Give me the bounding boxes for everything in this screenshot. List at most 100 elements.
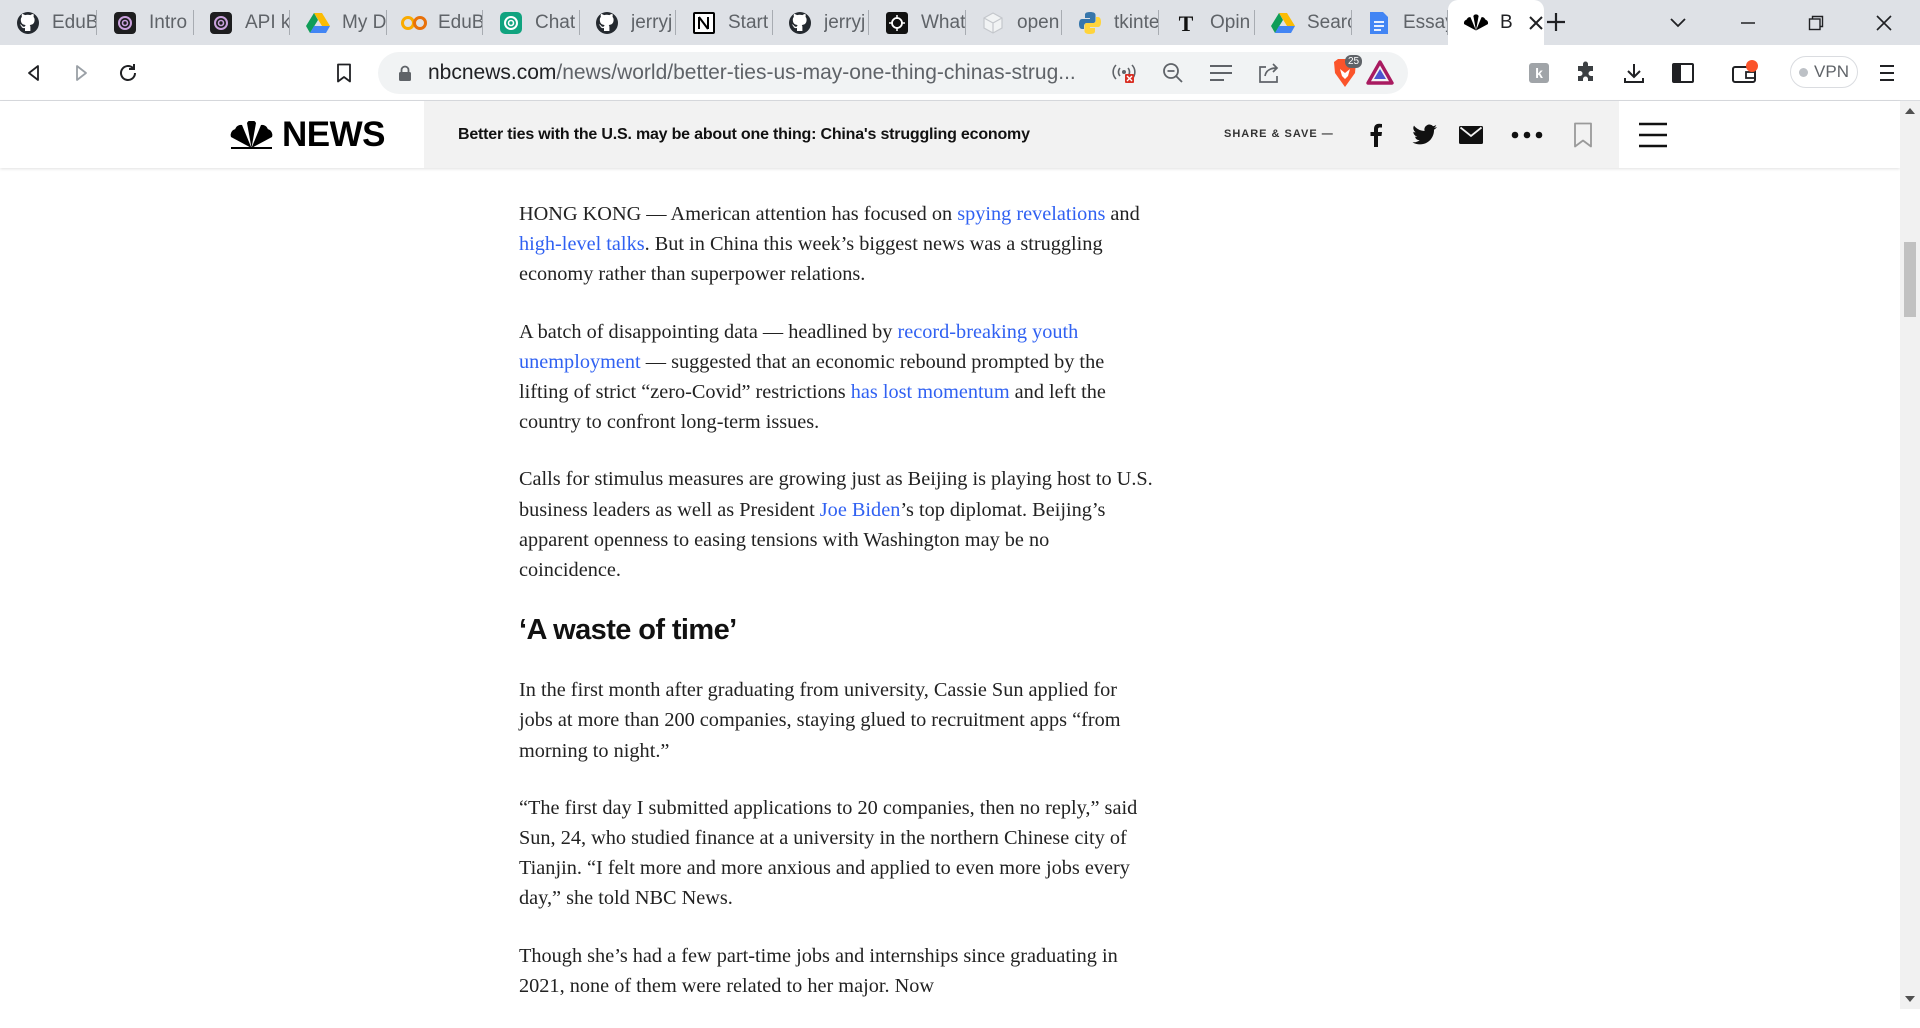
triangle-down-icon <box>1905 996 1915 1002</box>
tab-title: Opin <box>1210 11 1251 33</box>
tab-title: My D <box>342 11 387 33</box>
browser-tab[interactable]: tkinte <box>1062 0 1159 45</box>
google-drive-icon <box>305 10 331 36</box>
spying-revelations-link[interactable]: spying revelations <box>957 203 1105 225</box>
article-paragraph: In the first month after graduating from… <box>519 679 1121 762</box>
tab-title: EduB <box>52 11 97 33</box>
share-page-icon[interactable] <box>1254 58 1284 88</box>
browser-tab[interactable]: T Opin <box>1158 0 1255 45</box>
tab-title: Chat <box>535 11 576 33</box>
close-window-button[interactable] <box>1850 0 1918 45</box>
browser-tab[interactable]: Chat <box>483 0 580 45</box>
tab-title: EduB <box>438 11 483 33</box>
browser-tab[interactable]: What <box>869 0 966 45</box>
lost-momentum-link[interactable]: has lost momentum <box>851 381 1010 403</box>
browser-tab[interactable]: Essay <box>1351 0 1448 45</box>
extensions-button[interactable] <box>1566 53 1606 93</box>
facebook-share-button[interactable] <box>1362 121 1390 149</box>
cast-blocked-icon[interactable] <box>1109 58 1139 88</box>
google-drive-icon <box>1270 10 1296 36</box>
tab-search-button[interactable] <box>1660 4 1696 40</box>
sidebar-button[interactable] <box>1663 53 1703 93</box>
github-icon <box>15 10 41 36</box>
plus-icon <box>1547 13 1565 31</box>
restore-button[interactable] <box>1782 0 1850 45</box>
browser-tab[interactable]: EduB <box>386 0 483 45</box>
extension-grammar-button[interactable]: k <box>1519 53 1559 93</box>
article-paragraph: Calls for stimulus measures are growing … <box>519 464 1154 585</box>
tab-title: B <box>1500 11 1513 33</box>
wallet-icon <box>1732 60 1758 83</box>
browser-menu-button[interactable] <box>1867 53 1907 93</box>
address-bar[interactable]: nbcnews.com/news/world/better-ties-us-ma… <box>378 52 1408 94</box>
tab-title: jerryj <box>631 11 673 33</box>
url-path: /news/world/better-ties-us-may-one-thing… <box>556 61 1076 84</box>
wallet-button[interactable] <box>1725 53 1765 93</box>
logo-text: NEWS <box>282 115 386 154</box>
downloads-button[interactable] <box>1614 53 1654 93</box>
cube-icon <box>980 10 1006 36</box>
browser-tab[interactable]: Intro <box>97 0 194 45</box>
article-subheading: ‘A waste of time’ <box>519 614 737 647</box>
joe-biden-link[interactable]: Joe Biden <box>820 499 901 521</box>
brave-rewards-button[interactable] <box>1360 53 1400 93</box>
url-domain: nbcnews.com <box>428 61 557 84</box>
vpn-status-dot <box>1799 67 1809 77</box>
reader-mode-icon[interactable] <box>1206 58 1236 88</box>
download-icon <box>1624 64 1644 83</box>
svg-text:T: T <box>1179 11 1194 35</box>
scroll-up-arrow[interactable] <box>1900 101 1920 121</box>
nbc-news-logo[interactable]: NEWS <box>229 115 386 155</box>
browser-tab[interactable]: open <box>965 0 1062 45</box>
tab-title: What <box>921 11 966 33</box>
browser-tab[interactable]: B <box>1448 0 1544 45</box>
tab-title: Start <box>728 11 769 33</box>
browser-tab[interactable]: My D <box>290 0 387 45</box>
vpn-button[interactable]: VPN <box>1790 56 1858 88</box>
more-dots-icon <box>1511 131 1543 139</box>
forward-button[interactable] <box>61 53 101 93</box>
restore-icon <box>1808 15 1824 30</box>
nbc-peacock-icon <box>230 121 273 149</box>
save-bookmark-button[interactable] <box>1569 121 1597 149</box>
article-paragraph: A batch of disappointing data — headline… <box>519 317 1154 438</box>
bookmark-outline-icon <box>1574 122 1592 148</box>
paragraph-text: HONG KONG — American attention has focus… <box>519 203 958 225</box>
brave-shields-button[interactable]: 25 <box>1330 55 1363 89</box>
nytimes-icon: T <box>1173 10 1199 36</box>
tab-title: API k <box>245 11 290 33</box>
new-tab-button[interactable] <box>1537 3 1575 41</box>
article-paragraph: “The first day I submitted applications … <box>519 796 1138 910</box>
browser-tab[interactable]: EduB <box>0 0 97 45</box>
twitter-icon <box>1412 124 1437 145</box>
zoom-icon[interactable] <box>1158 58 1188 88</box>
scroll-thumb[interactable] <box>1904 242 1916 317</box>
high-level-talks-link[interactable]: high-level talks <box>519 233 645 255</box>
more-share-options-button[interactable] <box>1509 121 1545 149</box>
url-text[interactable]: nbcnews.com/news/world/better-ties-us-ma… <box>428 52 1076 94</box>
email-share-button[interactable] <box>1457 121 1485 149</box>
tab-title: jerryj <box>824 11 866 33</box>
site-menu-button[interactable] <box>1637 119 1669 151</box>
reload-button[interactable] <box>108 53 148 93</box>
bookmark-icon <box>337 63 351 83</box>
back-button[interactable] <box>14 53 54 93</box>
colab-icon <box>401 10 427 36</box>
minimize-button[interactable] <box>1714 0 1782 45</box>
lock-icon[interactable] <box>390 58 420 88</box>
browser-tab[interactable]: Searc <box>1255 0 1352 45</box>
browser-tab[interactable]: jerryj <box>772 0 869 45</box>
site-header: NEWS Better ties with the U.S. may be ab… <box>0 101 1900 168</box>
scroll-down-arrow[interactable] <box>1900 989 1920 1009</box>
bookmark-button[interactable] <box>324 53 364 93</box>
article-paragraph: Though she’s had a few part-time jobs an… <box>519 944 1118 997</box>
close-icon <box>1876 14 1892 31</box>
back-arrow-icon <box>28 65 39 81</box>
browser-tab[interactable]: Start <box>676 0 773 45</box>
page-scrollbar[interactable] <box>1900 101 1920 1009</box>
tab-strip: EduB Intro API k My D EduB Chat jerryj Start jer… <box>0 0 1920 45</box>
twitter-share-button[interactable] <box>1411 121 1439 149</box>
browser-tab[interactable]: API k <box>193 0 290 45</box>
browser-tab[interactable]: jerryj <box>579 0 676 45</box>
paragraph-text: and <box>1105 203 1140 225</box>
